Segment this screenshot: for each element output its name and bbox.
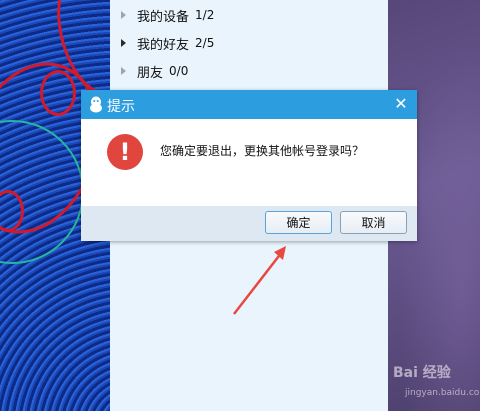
- group-count: 0/0: [169, 64, 189, 78]
- dialog-message: 您确定要退出，更换其他帐号登录吗？: [160, 144, 365, 158]
- group-name: 我的设备: [137, 9, 190, 25]
- group-name: 朋友: [137, 65, 164, 81]
- dialog-titlebar[interactable]: 提示 ✕: [81, 90, 417, 119]
- cancel-button[interactable]: 取消: [340, 211, 407, 234]
- group-count: 2/5: [195, 36, 215, 50]
- baidu-watermark: Bai 经验: [393, 365, 451, 381]
- collapsed-arrow-icon: [121, 39, 126, 47]
- group-row-friends[interactable]: 我的好友 2/5: [110, 29, 388, 57]
- dialog-title: 提示: [107, 99, 135, 115]
- group-row-pals[interactable]: 朋友 0/0: [110, 57, 388, 85]
- collapsed-arrow-icon: [121, 11, 126, 19]
- warning-icon: !: [107, 134, 143, 170]
- annotation-arrow-icon: [233, 246, 286, 315]
- group-row-devices[interactable]: 我的设备 1/2: [110, 1, 388, 29]
- qq-penguin-icon: [90, 96, 102, 113]
- ok-button[interactable]: 确定: [265, 211, 332, 234]
- logout-confirm-dialog: 提示 ✕ ! 您确定要退出，更换其他帐号登录吗？ 确定 取消: [81, 90, 417, 241]
- group-name: 我的好友: [137, 37, 190, 53]
- group-count: 1/2: [195, 8, 215, 22]
- close-icon[interactable]: ✕: [393, 96, 409, 112]
- baidu-watermark-url: jingyan.baidu.com: [405, 388, 480, 398]
- collapsed-arrow-icon: [121, 67, 126, 75]
